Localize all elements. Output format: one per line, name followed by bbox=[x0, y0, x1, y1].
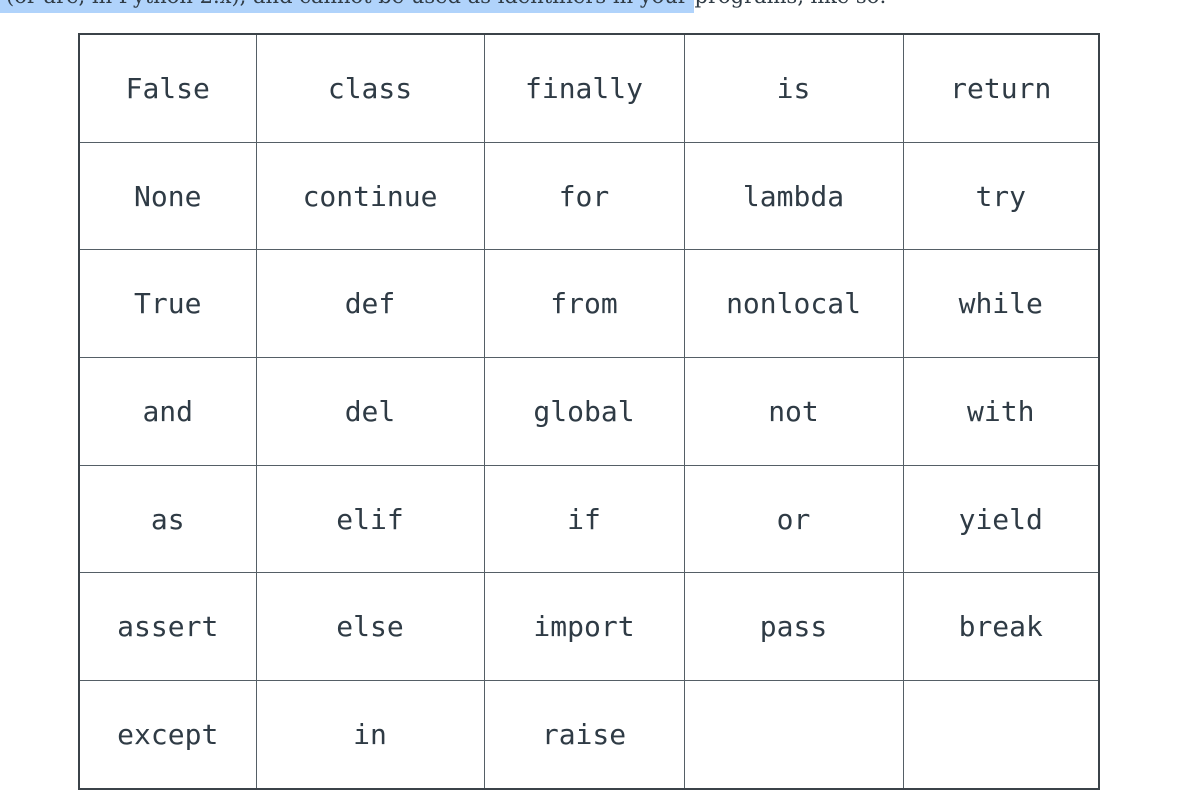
table-row: False class finally is return bbox=[78, 33, 1100, 143]
keyword-cell: with bbox=[902, 357, 1100, 466]
keyword-cell: yield bbox=[902, 464, 1100, 574]
keyword-cell: lambda bbox=[683, 141, 904, 251]
keyword-table-body: False class finally is return None conti… bbox=[78, 33, 1100, 790]
keyword-table-container: False class finally is return None conti… bbox=[78, 33, 1100, 790]
table-row: except in raise bbox=[78, 680, 1100, 790]
keyword-cell: raise bbox=[483, 680, 685, 790]
keyword-cell: True bbox=[78, 249, 257, 359]
keyword-cell: is bbox=[683, 33, 904, 143]
keyword-cell: try bbox=[902, 141, 1100, 251]
keyword-cell: continue bbox=[255, 141, 485, 251]
keyword-cell: not bbox=[683, 357, 904, 466]
keyword-cell: break bbox=[902, 572, 1100, 682]
keyword-cell-empty bbox=[902, 680, 1100, 790]
clipped-text-line: (or are, in Python 2.x), and cannot be u… bbox=[0, 0, 1180, 14]
keyword-cell: import bbox=[483, 572, 685, 682]
table-row: assert else import pass break bbox=[78, 572, 1100, 682]
keyword-cell: while bbox=[902, 249, 1100, 359]
keyword-cell: return bbox=[902, 33, 1100, 143]
table-row: and del global not with bbox=[78, 357, 1100, 466]
keyword-cell: None bbox=[78, 141, 257, 251]
selected-text[interactable]: (or are, in Python 2.x), and cannot be u… bbox=[6, 0, 607, 8]
keyword-cell: global bbox=[483, 357, 685, 466]
python-keyword-table: False class finally is return None conti… bbox=[78, 33, 1100, 790]
keyword-cell: in bbox=[255, 680, 485, 790]
table-row: as elif if or yield bbox=[78, 464, 1100, 574]
trailing-text: in your programs, like so: bbox=[606, 0, 887, 8]
keyword-cell: or bbox=[683, 464, 904, 574]
keyword-cell: def bbox=[255, 249, 485, 359]
keyword-cell: except bbox=[78, 680, 257, 790]
keyword-cell: nonlocal bbox=[683, 249, 904, 359]
keyword-cell: from bbox=[483, 249, 685, 359]
keyword-cell: class bbox=[255, 33, 485, 143]
keyword-cell: finally bbox=[483, 33, 685, 143]
keyword-cell: and bbox=[78, 357, 257, 466]
keyword-cell: pass bbox=[683, 572, 904, 682]
keyword-cell: del bbox=[255, 357, 485, 466]
keyword-cell: for bbox=[483, 141, 685, 251]
clipped-text-run: (or are, in Python 2.x), and cannot be u… bbox=[6, 0, 886, 11]
keyword-cell-empty bbox=[683, 680, 904, 790]
keyword-cell: if bbox=[483, 464, 685, 574]
keyword-cell: assert bbox=[78, 572, 257, 682]
table-row: True def from nonlocal while bbox=[78, 249, 1100, 359]
table-row: None continue for lambda try bbox=[78, 141, 1100, 251]
keyword-cell: elif bbox=[255, 464, 485, 574]
keyword-cell: as bbox=[78, 464, 257, 574]
keyword-cell: else bbox=[255, 572, 485, 682]
keyword-cell: False bbox=[78, 33, 257, 143]
